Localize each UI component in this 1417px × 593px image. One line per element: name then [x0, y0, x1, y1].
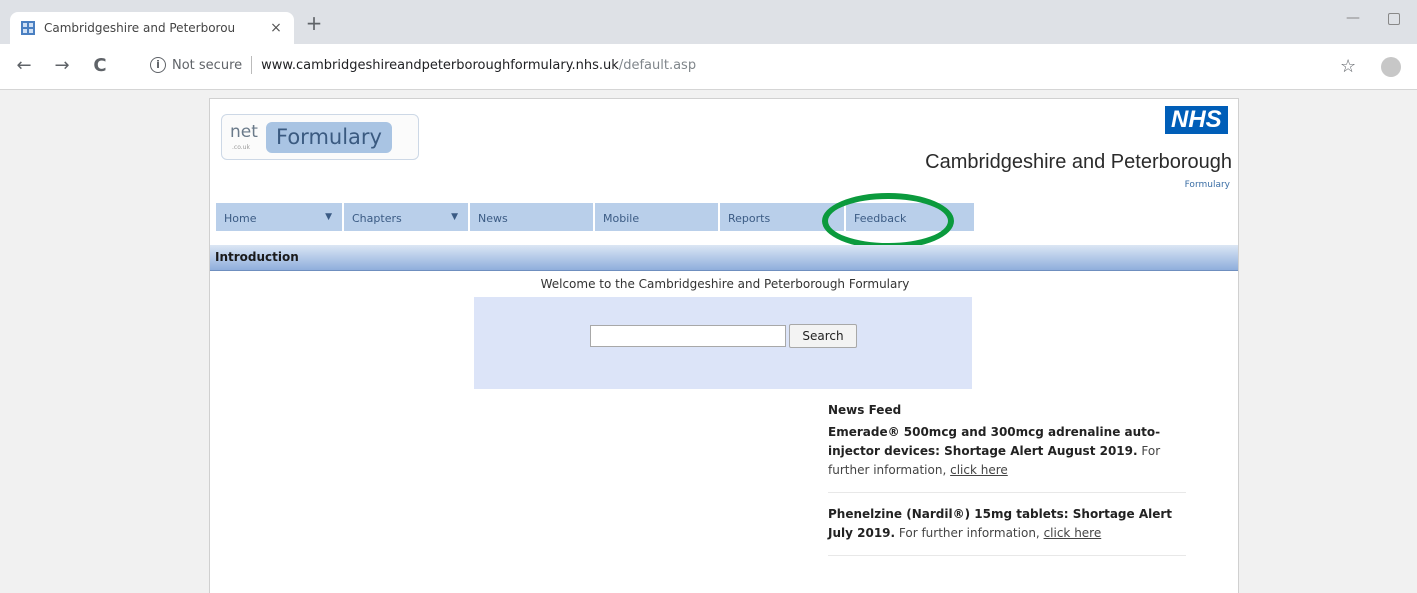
- security-indicator[interactable]: Not secure: [172, 58, 242, 73]
- browser-tabstrip: Cambridgeshire and Peterborou × + —: [0, 0, 1417, 44]
- info-icon[interactable]: i: [150, 57, 166, 73]
- feedback-highlight-circle: [822, 193, 954, 249]
- formulary-page: net .co.uk Formulary NHS Cambridgeshire …: [209, 98, 1239, 593]
- address-separator: [251, 56, 253, 74]
- back-button[interactable]: ←: [12, 54, 36, 78]
- search-button[interactable]: Search: [789, 324, 857, 348]
- new-tab-button[interactable]: +: [304, 13, 324, 33]
- search-panel: Search: [474, 297, 972, 389]
- news-item-headline: Emerade® 500mcg and 300mcg adrenaline au…: [828, 425, 1161, 458]
- introduction-header: Introduction: [210, 245, 1238, 271]
- forward-button[interactable]: →: [50, 54, 74, 78]
- menu-item-news[interactable]: News: [470, 203, 595, 231]
- menu-label: Chapters: [352, 212, 402, 225]
- menu-label: Home: [224, 212, 257, 225]
- search-input[interactable]: [590, 325, 786, 347]
- browser-tab[interactable]: Cambridgeshire and Peterborou ×: [10, 12, 294, 44]
- dropdown-arrow-icon: ▼: [325, 212, 332, 222]
- menu-label: Mobile: [603, 212, 640, 225]
- browser-toolbar: ← → C i Not secure www.cambridgeshireand…: [0, 44, 1417, 90]
- address-bar[interactable]: i Not secure www.cambridgeshireandpeterb…: [150, 50, 1300, 80]
- introduction-title: Introduction: [215, 250, 299, 264]
- site-favicon-icon: [20, 20, 36, 36]
- news-item-link[interactable]: click here: [950, 463, 1008, 477]
- menu-item-chapters[interactable]: Chapters ▼: [344, 203, 470, 231]
- welcome-text: Welcome to the Cambridgeshire and Peterb…: [540, 277, 910, 291]
- nhs-logo: NHS: [1165, 106, 1228, 134]
- logo-net-text: net: [230, 122, 258, 142]
- menu-item-mobile[interactable]: Mobile: [595, 203, 720, 231]
- maximize-window-button[interactable]: [1388, 13, 1400, 25]
- news-item-text: For further information,: [895, 526, 1044, 540]
- logo-formulary-text: Formulary: [266, 122, 392, 153]
- bookmark-star-icon[interactable]: ☆: [1340, 56, 1356, 77]
- menu-label: Reports: [728, 212, 771, 225]
- news-item-link[interactable]: click here: [1044, 526, 1102, 540]
- profile-avatar-icon[interactable]: [1381, 57, 1401, 77]
- news-item: Emerade® 500mcg and 300mcg adrenaline au…: [828, 423, 1186, 493]
- dropdown-arrow-icon: ▼: [451, 212, 458, 222]
- tab-title: Cambridgeshire and Peterborou: [44, 21, 236, 35]
- logo-sub-text: .co.uk: [232, 144, 250, 151]
- menu-label: News: [478, 212, 508, 225]
- news-item: Phenelzine (Nardil®) 15mg tablets: Short…: [828, 505, 1186, 556]
- reload-button[interactable]: C: [88, 54, 112, 78]
- url-host[interactable]: www.cambridgeshireandpeterboroughformula…: [261, 58, 619, 73]
- tab-close-icon[interactable]: ×: [268, 20, 284, 36]
- organisation-subtitle: Formulary: [1184, 180, 1230, 190]
- menu-item-home[interactable]: Home ▼: [216, 203, 344, 231]
- news-feed: News Feed Emerade® 500mcg and 300mcg adr…: [828, 403, 1186, 568]
- news-feed-heading: News Feed: [828, 403, 902, 417]
- minimize-window-button[interactable]: —: [1346, 10, 1360, 26]
- netformulary-logo[interactable]: net .co.uk Formulary: [221, 114, 419, 160]
- url-path[interactable]: /default.asp: [619, 58, 696, 73]
- organisation-name: Cambridgeshire and Peterborough: [925, 151, 1232, 173]
